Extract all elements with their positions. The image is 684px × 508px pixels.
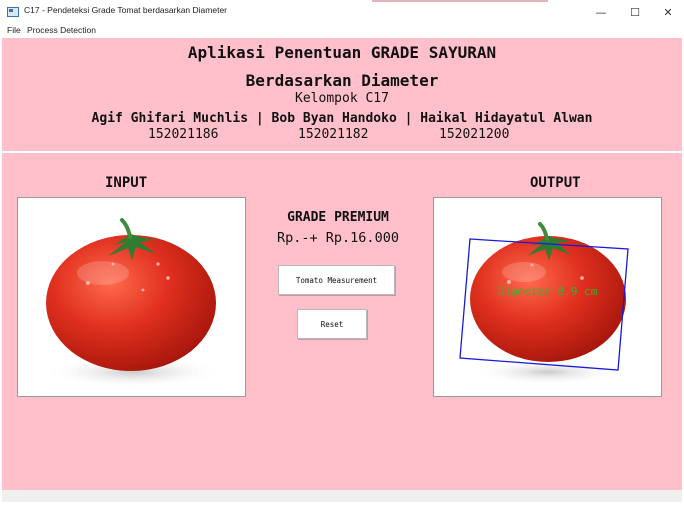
- member-id: 152021186: [148, 127, 219, 142]
- output-tomato-image: Diameter 8.9 cm: [459, 222, 629, 385]
- diameter-annotation: Diameter 8.9 cm: [498, 285, 598, 298]
- menu-process-detection[interactable]: Process Detection: [27, 25, 96, 35]
- menu-bar: File Process Detection: [0, 24, 684, 38]
- title-bar: C17 - Pendeteksi Grade Tomat berdasarkan…: [0, 0, 684, 24]
- group-label: Kelompok C17: [295, 91, 389, 106]
- app-subheading: Berdasarkan Diameter: [245, 71, 439, 90]
- output-image-panel: Diameter 8.9 cm: [433, 197, 662, 397]
- app-heading: Aplikasi Penentuan GRADE SAYURAN: [187, 43, 497, 62]
- maximize-icon[interactable]: ☐: [620, 3, 650, 21]
- input-label: INPUT: [105, 175, 148, 191]
- price-result: Rp.-+ Rp.16.000: [277, 230, 399, 246]
- input-tomato-image: [44, 218, 224, 388]
- title-accent-strip: [372, 0, 548, 2]
- bottom-strip: [2, 490, 682, 502]
- main-panel: INPUT OUTPUT GRADE PREMIUM Rp.-+ Rp.16.0…: [2, 153, 682, 490]
- minimize-icon[interactable]: —: [586, 3, 616, 21]
- menu-file[interactable]: File: [7, 25, 21, 35]
- header-panel: Aplikasi Penentuan GRADE SAYURAN Berdasa…: [2, 38, 682, 152]
- input-image-panel: [17, 197, 246, 397]
- member-ids: 152021186 152021182 152021200: [2, 127, 682, 145]
- output-label: OUTPUT: [530, 175, 581, 191]
- member-id: 152021182: [298, 127, 369, 142]
- grade-result: GRADE PREMIUM: [287, 210, 389, 225]
- close-icon[interactable]: ✕: [653, 3, 683, 21]
- reset-button[interactable]: Reset: [297, 309, 367, 339]
- member-id: 152021200: [439, 127, 510, 142]
- member-names: Agif Ghifari Muchlis | Bob Byan Handoko …: [91, 111, 593, 126]
- window-title: C17 - Pendeteksi Grade Tomat berdasarkan…: [24, 5, 227, 15]
- tomato-measurement-button[interactable]: Tomato Measurement: [278, 265, 395, 295]
- app-icon: [7, 7, 19, 17]
